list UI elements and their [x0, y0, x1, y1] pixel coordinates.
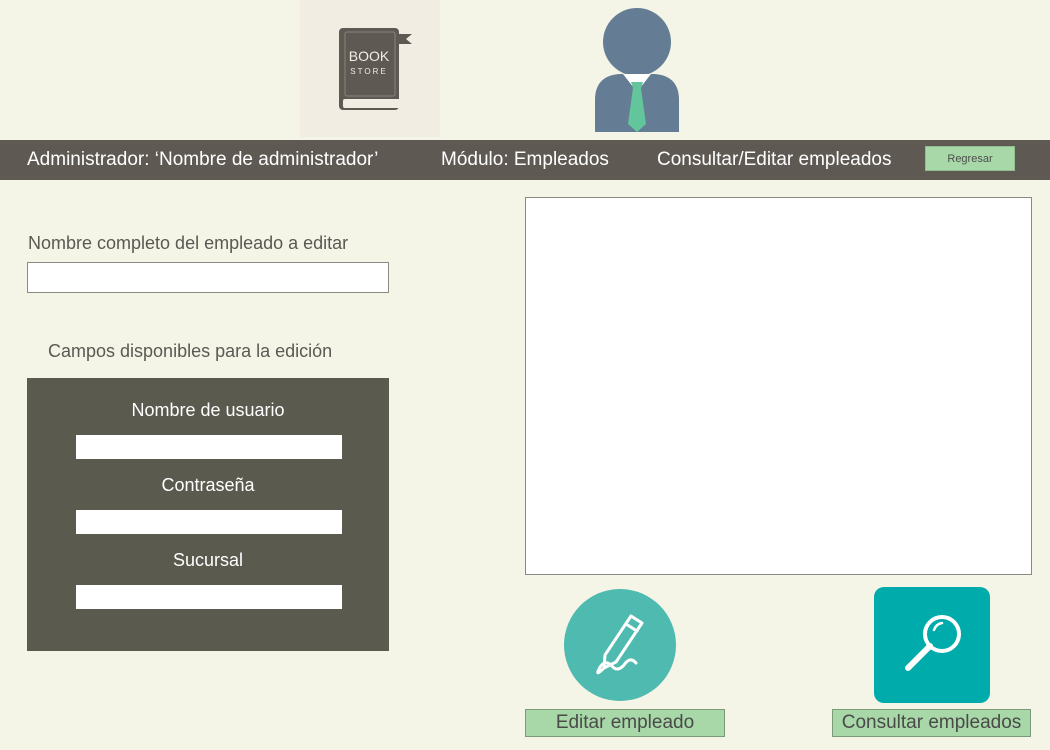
results-area: [525, 197, 1032, 575]
header-bar: Administrador: ‘Nombre de administrador’…: [0, 140, 1050, 180]
book-icon: BOOK STORE: [339, 28, 412, 110]
logo: BOOK STORE: [300, 0, 440, 137]
search-icon: [905, 615, 961, 671]
user-avatar: [593, 8, 681, 132]
username-input[interactable]: [76, 435, 342, 459]
back-button[interactable]: Regresar: [925, 146, 1015, 171]
consult-employees-button[interactable]: Consultar empleados: [832, 709, 1031, 737]
employee-name-input[interactable]: [27, 262, 389, 293]
admin-name-label: Administrador: ‘Nombre de administrador’: [27, 149, 379, 170]
module-label: Módulo: Empleados: [441, 149, 609, 170]
employee-name-label: Nombre completo del empleado a editar: [28, 233, 349, 253]
section-label: Consultar/Editar empleados: [657, 149, 892, 170]
password-label: Contraseña: [161, 475, 255, 495]
logo-text-book: BOOK: [349, 48, 390, 64]
pencil-icon: [596, 614, 644, 675]
username-label: Nombre de usuario: [131, 400, 285, 420]
edit-employee-icon-button[interactable]: [564, 589, 676, 701]
branch-label: Sucursal: [172, 550, 244, 570]
password-input[interactable]: [76, 510, 342, 534]
consult-employees-icon-button[interactable]: [874, 587, 990, 703]
logo-text-store: STORE: [350, 67, 387, 76]
edit-employee-button[interactable]: Editar empleado: [525, 709, 725, 737]
editable-fields-label: Campos disponibles para la edición: [48, 341, 333, 361]
editable-fields-panel: Nombre de usuario Contraseña Sucursal: [27, 378, 389, 651]
branch-input[interactable]: [76, 585, 342, 609]
user-tie-icon: [595, 8, 679, 132]
